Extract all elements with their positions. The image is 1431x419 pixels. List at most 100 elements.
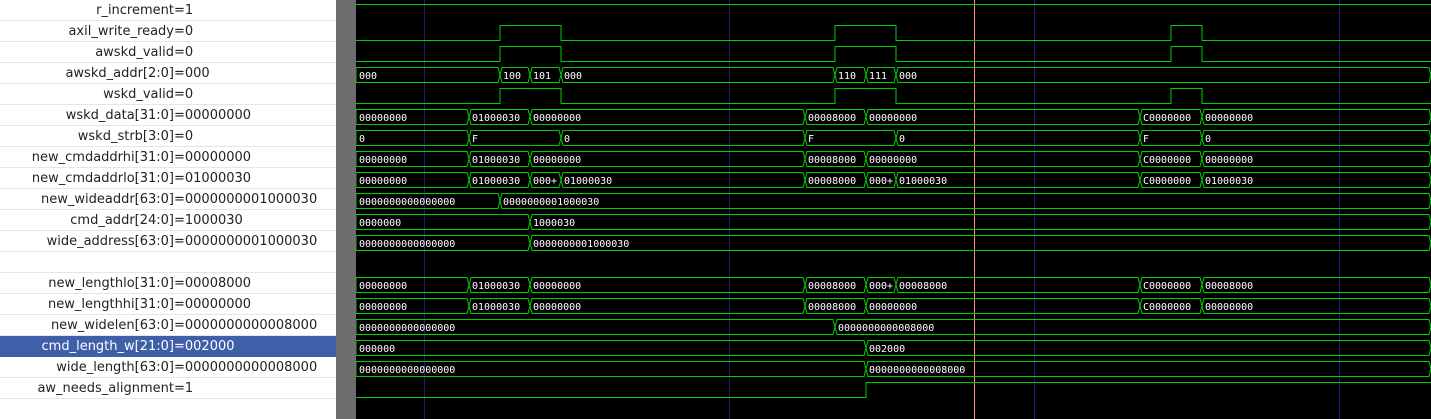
bus-value-label: 00008000 <box>808 281 856 292</box>
bus-segment <box>895 130 1141 146</box>
blank-row[interactable] <box>0 252 336 273</box>
signal-row[interactable]: new_cmdaddrlo[31:0] =01000030 <box>0 168 336 189</box>
signal-value: =000 <box>174 66 210 81</box>
bus-segment <box>895 67 1431 83</box>
bus-value-label: C0000000 <box>1143 281 1191 292</box>
bus-value-label: 0000000000000000 <box>359 365 455 376</box>
bus-value-label: 000+ <box>533 176 557 187</box>
signal-name: cmd_addr[24:0] <box>70 213 174 228</box>
signal-row[interactable]: cmd_length_w[21:0] =002000 <box>0 336 336 357</box>
bus-value-label: 01000030 <box>472 176 520 187</box>
bus-segment <box>356 67 501 83</box>
signal-row[interactable]: awskd_valid =0 <box>0 42 336 63</box>
bus-value-label: 000+ <box>869 176 893 187</box>
bus-value-label: 0000000000000000 <box>359 197 455 208</box>
bus-value-label: C0000000 <box>1143 302 1191 313</box>
bus-value-label: 0000000000008000 <box>869 365 965 376</box>
signal-name: wide_length[63:0] <box>56 360 174 375</box>
bus-value-label: 00000000 <box>533 281 581 292</box>
signal-value: =1000030 <box>174 213 243 228</box>
bus-value-label: 01000030 <box>472 155 520 166</box>
bus-value-label: 00008000 <box>899 281 947 292</box>
signal-name: new_lengthlo[31:0] <box>48 276 174 291</box>
signal-value: =0 <box>174 129 194 144</box>
bus-value-label: 0 <box>899 134 905 145</box>
signal-value: =00000000 <box>174 297 252 312</box>
bus-value-label: 0 <box>1205 134 1211 145</box>
signal-name: cmd_length_w[21:0] <box>41 339 174 354</box>
bus-segment <box>865 340 1431 356</box>
bus-value-label: 00000000 <box>533 113 581 124</box>
bus-value-label: 00000000 <box>533 302 581 313</box>
signal-row[interactable]: wskd_valid =0 <box>0 84 336 105</box>
bus-segment <box>499 193 1431 209</box>
bus-value-label: 01000030 <box>472 302 520 313</box>
signal-value: =01000030 <box>174 171 252 186</box>
signal-row[interactable]: awskd_addr[2:0] =000 <box>0 63 336 84</box>
pane-splitter[interactable] <box>336 0 356 419</box>
bus-value-label: 1000030 <box>533 218 575 229</box>
bus-value-label: 0 <box>359 134 365 145</box>
signal-name: awskd_addr[2:0] <box>65 66 174 81</box>
signal-value: =0000000001000030 <box>174 192 318 207</box>
signal-row[interactable]: new_cmdaddrhi[31:0] =00000000 <box>0 147 336 168</box>
signal-row[interactable]: wskd_strb[3:0] =0 <box>0 126 336 147</box>
signal-name: wide_address[63:0] <box>46 234 174 249</box>
bus-value-label: 0000000001000030 <box>503 197 599 208</box>
signal-name: new_widelen[63:0] <box>50 318 174 333</box>
bus-value-label: 01000030 <box>472 113 520 124</box>
signal-value: =0 <box>174 24 194 39</box>
bit-waveform <box>356 382 1431 398</box>
bus-value-label: 00008000 <box>1205 281 1253 292</box>
signal-row[interactable]: axil_write_ready =0 <box>0 21 336 42</box>
signal-name: new_lengthhi[31:0] <box>48 297 174 312</box>
signal-row[interactable]: cmd_addr[24:0] =1000030 <box>0 210 336 231</box>
bus-value-label: C0000000 <box>1143 176 1191 187</box>
signal-value: =0000000000008000 <box>174 318 318 333</box>
bus-value-label: 0000000001000030 <box>533 239 629 250</box>
bus-segment <box>1201 130 1431 146</box>
signal-row[interactable]: wide_address[63:0] =0000000001000030 <box>0 231 336 252</box>
bit-waveform <box>356 25 1431 41</box>
bus-value-label: 101 <box>533 71 551 82</box>
bus-value-label: 00000000 <box>359 155 407 166</box>
bit-waveform <box>356 88 1431 104</box>
bus-value-label: F <box>808 134 814 145</box>
signal-value: =1 <box>174 381 194 396</box>
bus-value-label: 00000000 <box>1205 113 1253 124</box>
bus-value-label: 0000000 <box>359 218 401 229</box>
bus-value-label: 00000000 <box>533 155 581 166</box>
bus-value-label: 00000000 <box>1205 302 1253 313</box>
signal-name: wskd_valid <box>103 87 174 102</box>
bus-value-label: 00000000 <box>359 176 407 187</box>
bus-value-label: 0000000000000000 <box>359 239 455 250</box>
bit-waveform <box>356 46 1431 62</box>
signal-row[interactable]: aw_needs_alignment =1 <box>0 378 336 399</box>
signal-value: =00000000 <box>174 150 252 165</box>
signal-value: =00008000 <box>174 276 252 291</box>
signal-name: awskd_valid <box>95 45 174 60</box>
bus-value-label: 00008000 <box>808 155 856 166</box>
bus-value-label: 00000000 <box>359 113 407 124</box>
signal-value: =0000000001000030 <box>174 234 318 249</box>
signal-value: =002000 <box>174 339 235 354</box>
signal-row[interactable]: new_lengthhi[31:0] =00000000 <box>0 294 336 315</box>
bus-value-label: 00000000 <box>359 281 407 292</box>
bus-value-label: 01000030 <box>472 281 520 292</box>
waveform-pane[interactable]: 000 100 101 000 110 111 00000000000 01000030 000… <box>356 0 1431 419</box>
signal-row[interactable]: wskd_data[31:0] =00000000 <box>0 105 336 126</box>
signal-value: =1 <box>174 3 194 18</box>
bus-value-label: 01000030 <box>1205 176 1253 187</box>
bus-value-label: 110 <box>838 71 856 82</box>
bus-segment <box>468 130 562 146</box>
signal-row[interactable]: new_widelen[63:0] =0000000000008000 <box>0 315 336 336</box>
signal-row[interactable]: wide_length[63:0] =0000000000008000 <box>0 357 336 378</box>
signal-row[interactable]: new_wideaddr[63:0] =0000000001000030 <box>0 189 336 210</box>
signal-row[interactable]: r_increment =1 <box>0 0 336 21</box>
bus-segment <box>529 235 1431 251</box>
bus-value-label: 002000 <box>869 344 905 355</box>
bus-value-label: 111 <box>869 71 887 82</box>
signal-row[interactable]: new_lengthlo[31:0] =00008000 <box>0 273 336 294</box>
bus-value-label: 0000000000008000 <box>838 323 934 334</box>
bus-segment <box>560 67 836 83</box>
